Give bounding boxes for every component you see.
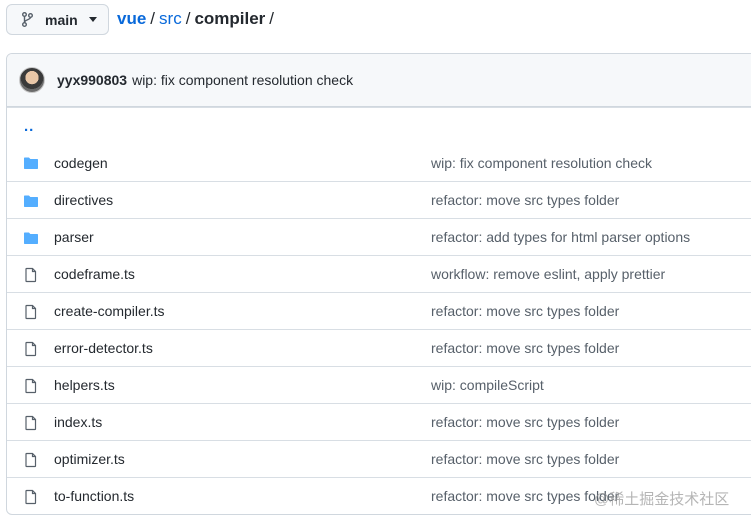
file-commit-message-link[interactable]: workflow: remove eslint, apply prettier [431,266,665,282]
file-commit-message-link[interactable]: refactor: move src types folder [431,192,619,208]
file-name-link[interactable]: error-detector.ts [54,340,153,356]
file-icon [23,452,39,468]
file-icon [23,489,39,505]
folder-icon [23,230,39,246]
file-commit-message-link[interactable]: refactor: move src types folder [431,340,619,356]
file-icon [23,378,39,394]
file-row[interactable]: error-detector.ts refactor: move src type… [7,329,751,366]
file-icon [23,341,39,357]
file-commit-message-link[interactable]: wip: compileScript [431,377,544,393]
file-commit-message-link[interactable]: refactor: move src types folder [431,414,619,430]
file-commit-message-link[interactable]: refactor: move src types folder [431,488,619,504]
file-name-link[interactable]: to-function.ts [54,488,134,504]
breadcrumb-repo-link[interactable]: vue [117,9,146,29]
breadcrumb-separator: / [150,9,156,28]
file-commit-message-link[interactable]: refactor: move src types folder [431,303,619,319]
file-name-link[interactable]: parser [54,229,94,245]
topbar: main vue / src / compiler / [0,0,751,40]
file-name-link[interactable]: helpers.ts [54,377,115,393]
folder-icon [23,193,39,209]
breadcrumb-separator: / [185,9,191,28]
file-icon [23,415,39,431]
git-branch-icon [22,12,36,28]
file-row[interactable]: create-compiler.ts refactor: move src typ… [7,292,751,329]
file-name-link[interactable]: codegen [54,155,108,171]
file-name-link[interactable]: directives [54,192,113,208]
file-name-link[interactable]: index.ts [54,414,102,430]
file-row[interactable]: directives refactor: move src types folde… [7,181,751,218]
file-row[interactable]: codegen wip: fix component resolution che… [7,144,751,181]
file-row[interactable]: codeframe.ts workflow: remove eslint, app… [7,255,751,292]
breadcrumb: vue / src / compiler / [117,9,278,29]
file-commit-message-link[interactable]: wip: fix component resolution check [431,155,652,171]
file-commit-message-link[interactable]: refactor: add types for html parser opti… [431,229,690,245]
file-icon [23,304,39,320]
folder-icon [23,155,39,171]
file-icon [23,267,39,283]
file-name-link[interactable]: codeframe.ts [54,266,135,282]
file-name-link[interactable]: optimizer.ts [54,451,125,467]
file-rows: codegen wip: fix component resolution che… [7,144,751,514]
file-row[interactable]: helpers.ts wip: compileScript [7,366,751,403]
file-row[interactable]: optimizer.ts refactor: move src types fol… [7,440,751,477]
parent-directory-link[interactable]: .. [24,118,34,135]
commit-message-link[interactable]: wip: fix component resolution check [132,72,353,88]
breadcrumb-current: compiler [194,9,266,28]
branch-selector-button[interactable]: main [6,4,109,35]
breadcrumb-src-link[interactable]: src [159,9,182,29]
chevron-down-icon [88,17,97,22]
watermark: @稀土掘金技术社区 [594,491,730,508]
file-row[interactable]: parser refactor: add types for html parse… [7,218,751,255]
parent-directory-row[interactable]: .. [7,107,751,144]
branch-name: main [45,11,78,28]
file-list-box: yyx990803 wip: fix component resolution … [6,53,751,515]
file-name-link[interactable]: create-compiler.ts [54,303,164,319]
file-commit-message-link[interactable]: refactor: move src types folder [431,451,619,467]
breadcrumb-separator: / [269,9,275,28]
latest-commit-bar: yyx990803 wip: fix component resolution … [7,54,751,107]
commit-author-link[interactable]: yyx990803 [57,72,127,88]
file-row[interactable]: index.ts refactor: move src types folder [7,403,751,440]
avatar[interactable] [19,67,45,93]
